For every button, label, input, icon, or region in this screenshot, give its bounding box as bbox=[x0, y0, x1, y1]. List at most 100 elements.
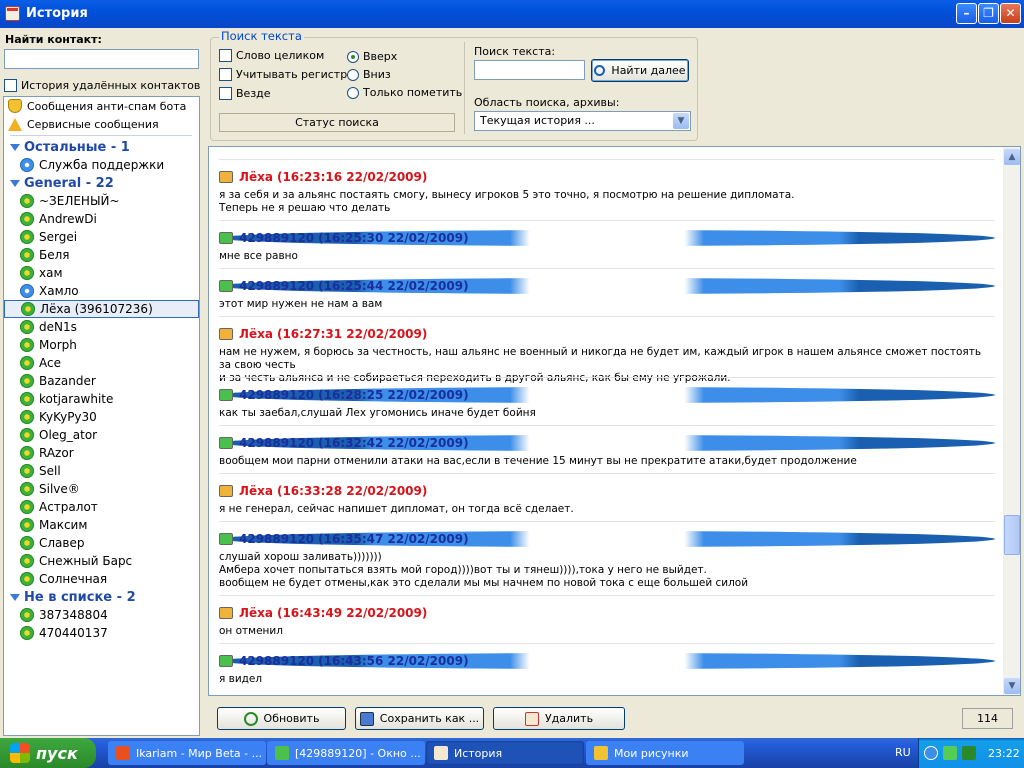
message-item[interactable]: 429889120 (16:28:25 22/02/2009) как ты зае… bbox=[219, 387, 995, 420]
taskbar-item[interactable]: [429889120] - Окно ... bbox=[267, 741, 425, 765]
find-next-button[interactable]: Найти далее bbox=[591, 59, 689, 82]
group-header[interactable]: Остальные - 1 bbox=[4, 138, 199, 156]
contact-item[interactable]: KyKyPy30 bbox=[4, 408, 199, 426]
search-status-button[interactable]: Статус поиска bbox=[219, 113, 455, 132]
contact-item[interactable]: Sell bbox=[4, 462, 199, 480]
contact-item[interactable]: Silve® bbox=[4, 480, 199, 498]
contact-item[interactable]: ~ЗЕЛЕНЫЙ~ bbox=[4, 192, 199, 210]
mark-only-radio[interactable]: Только пометить bbox=[347, 86, 462, 99]
match-case-checkbox[interactable]: Учитывать регистр bbox=[219, 68, 347, 81]
delete-button[interactable]: Удалить bbox=[493, 707, 625, 730]
message-separator bbox=[219, 377, 995, 378]
message-item[interactable]: 429889120 (16:25:44 22/02/2009) этот мир н… bbox=[219, 278, 995, 311]
whole-word-checkbox[interactable]: Слово целиком bbox=[219, 49, 324, 62]
tray-app-icon[interactable] bbox=[962, 746, 976, 760]
taskbar-item-label: [429889120] - Окно ... bbox=[295, 746, 421, 760]
refresh-button[interactable]: Обновить bbox=[217, 707, 346, 730]
language-indicator[interactable]: RU bbox=[895, 746, 911, 759]
contact-item[interactable]: Снежный Барс bbox=[4, 552, 199, 570]
message-sender: 429889120 bbox=[239, 532, 315, 546]
contact-item[interactable]: Oleg_ator bbox=[4, 426, 199, 444]
contacts-panel: Найти контакт: История удалённых контакт… bbox=[0, 28, 203, 738]
contact-item[interactable]: Беля bbox=[4, 246, 199, 264]
contact-item[interactable]: хам bbox=[4, 264, 199, 282]
group-label: Не в списке - 2 bbox=[24, 589, 136, 605]
icq-flower-icon bbox=[20, 464, 34, 478]
divider bbox=[10, 135, 192, 136]
message-header: 429889120 (16:35:47 22/02/2009) bbox=[219, 531, 995, 547]
search-group-title: Поиск текста bbox=[219, 29, 304, 43]
contact-item[interactable]: Лёха (396107236) bbox=[4, 300, 199, 318]
group-header[interactable]: General - 22 bbox=[4, 174, 199, 192]
direction-down-radio[interactable]: Вниз bbox=[347, 68, 391, 81]
contact-item[interactable]: Хамло bbox=[4, 282, 199, 300]
message-item[interactable]: 429889120 (16:25:30 22/02/2009) мне все ра… bbox=[219, 230, 995, 263]
search-area-select[interactable]: Текущая история ... ▼ bbox=[474, 111, 691, 131]
contact-item[interactable]: 387348804 bbox=[4, 606, 199, 624]
system-item[interactable]: Сервисные сообщения bbox=[4, 115, 199, 133]
message-item[interactable]: 429889120 (16:32:42 22/02/2009) вообщем мо… bbox=[219, 435, 995, 468]
find-next-label: Найти далее bbox=[611, 64, 686, 77]
message-history[interactable]: Лёха (16:23:16 22/02/2009) я за себя и за … bbox=[208, 146, 1021, 696]
contact-item[interactable]: RAzor bbox=[4, 444, 199, 462]
contact-item[interactable]: Morph bbox=[4, 336, 199, 354]
close-button[interactable]: ✕ bbox=[1000, 3, 1021, 24]
contact-list[interactable]: Сообщения анти-спам бота Сервисные сообще… bbox=[3, 96, 200, 736]
contact-item[interactable]: Служба поддержки bbox=[4, 156, 199, 174]
tray-arrow-icon[interactable] bbox=[924, 746, 938, 760]
start-button[interactable]: пуск bbox=[0, 738, 96, 768]
minimize-button[interactable]: – bbox=[956, 3, 977, 24]
contact-item[interactable]: kotjarawhite bbox=[4, 390, 199, 408]
message-item[interactable]: 429889120 (16:35:47 22/02/2009) слушай хор… bbox=[219, 531, 995, 590]
contact-item[interactable]: deN1s bbox=[4, 318, 199, 336]
find-contact-label: Найти контакт: bbox=[5, 33, 102, 46]
save-as-button[interactable]: Сохранить как ... bbox=[355, 707, 484, 730]
checkbox-box[interactable] bbox=[4, 78, 17, 92]
taskbar-item[interactable]: История bbox=[426, 741, 584, 765]
contact-item[interactable]: Солнечная bbox=[4, 570, 199, 588]
deleted-history-checkbox[interactable]: История удалённых контактов bbox=[4, 77, 200, 93]
chevron-down-icon[interactable]: ▼ bbox=[673, 113, 689, 129]
contact-name: Ace bbox=[39, 356, 61, 370]
scroll-up-icon[interactable]: ▲ bbox=[1004, 149, 1020, 165]
direction-up-radio[interactable]: Вверх bbox=[347, 50, 397, 63]
message-text: я не генерал, сейчас напишет дипломат, о… bbox=[219, 503, 574, 515]
chevron-down-icon[interactable] bbox=[10, 179, 20, 187]
message-item[interactable]: Лёха (16:33:28 22/02/2009) я не генерал, с… bbox=[219, 483, 995, 516]
contact-item[interactable]: Ace bbox=[4, 354, 199, 372]
find-contact-input[interactable] bbox=[4, 49, 199, 69]
message-item[interactable]: 429889120 (16:43:56 22/02/2009) я видел bbox=[219, 653, 995, 686]
message-item[interactable]: Лёха (16:43:49 22/02/2009) он отменил bbox=[219, 605, 995, 638]
search-text-input[interactable] bbox=[474, 60, 585, 80]
contact-item[interactable]: Максим bbox=[4, 516, 199, 534]
message-time: (16:32:42 22/02/2009) bbox=[318, 436, 469, 450]
outgoing-message-icon bbox=[219, 655, 233, 667]
chevron-down-icon[interactable] bbox=[10, 143, 20, 151]
icq-flower-icon bbox=[20, 194, 34, 208]
contact-item[interactable]: Славер bbox=[4, 534, 199, 552]
vertical-scrollbar[interactable]: ▲ ▼ bbox=[1003, 147, 1020, 695]
taskbar-item[interactable]: Ikariam - Мир Beta - ... bbox=[108, 741, 266, 765]
contact-item[interactable]: 470440137 bbox=[4, 624, 199, 642]
deleted-history-label: История удалённых контактов bbox=[21, 78, 201, 92]
contact-name: ~ЗЕЛЕНЫЙ~ bbox=[39, 194, 120, 208]
everywhere-checkbox[interactable]: Везде bbox=[219, 87, 271, 100]
scroll-thumb[interactable] bbox=[1004, 515, 1020, 555]
contact-item[interactable]: Астралот bbox=[4, 498, 199, 516]
contact-item[interactable]: AndrewDi bbox=[4, 210, 199, 228]
taskbar-item[interactable]: Мои рисунки bbox=[586, 741, 744, 765]
chevron-down-icon[interactable] bbox=[10, 593, 20, 601]
shield-icon bbox=[8, 99, 22, 113]
message-item[interactable]: Лёха (16:23:16 22/02/2009) я за себя и за … bbox=[219, 169, 995, 215]
group-header[interactable]: Не в списке - 2 bbox=[4, 588, 199, 606]
scroll-down-icon[interactable]: ▼ bbox=[1004, 678, 1020, 694]
system-item[interactable]: Сообщения анти-спам бота bbox=[4, 97, 199, 115]
contact-item[interactable]: Sergei bbox=[4, 228, 199, 246]
title-bar[interactable]: История – ❐ ✕ bbox=[0, 0, 1024, 28]
maximize-button[interactable]: ❐ bbox=[978, 3, 999, 24]
contact-name: Oleg_ator bbox=[39, 428, 98, 442]
contact-item[interactable]: Bazander bbox=[4, 372, 199, 390]
save-icon bbox=[359, 711, 374, 726]
contact-name: 470440137 bbox=[39, 626, 108, 640]
tray-network-icon[interactable] bbox=[943, 746, 957, 760]
